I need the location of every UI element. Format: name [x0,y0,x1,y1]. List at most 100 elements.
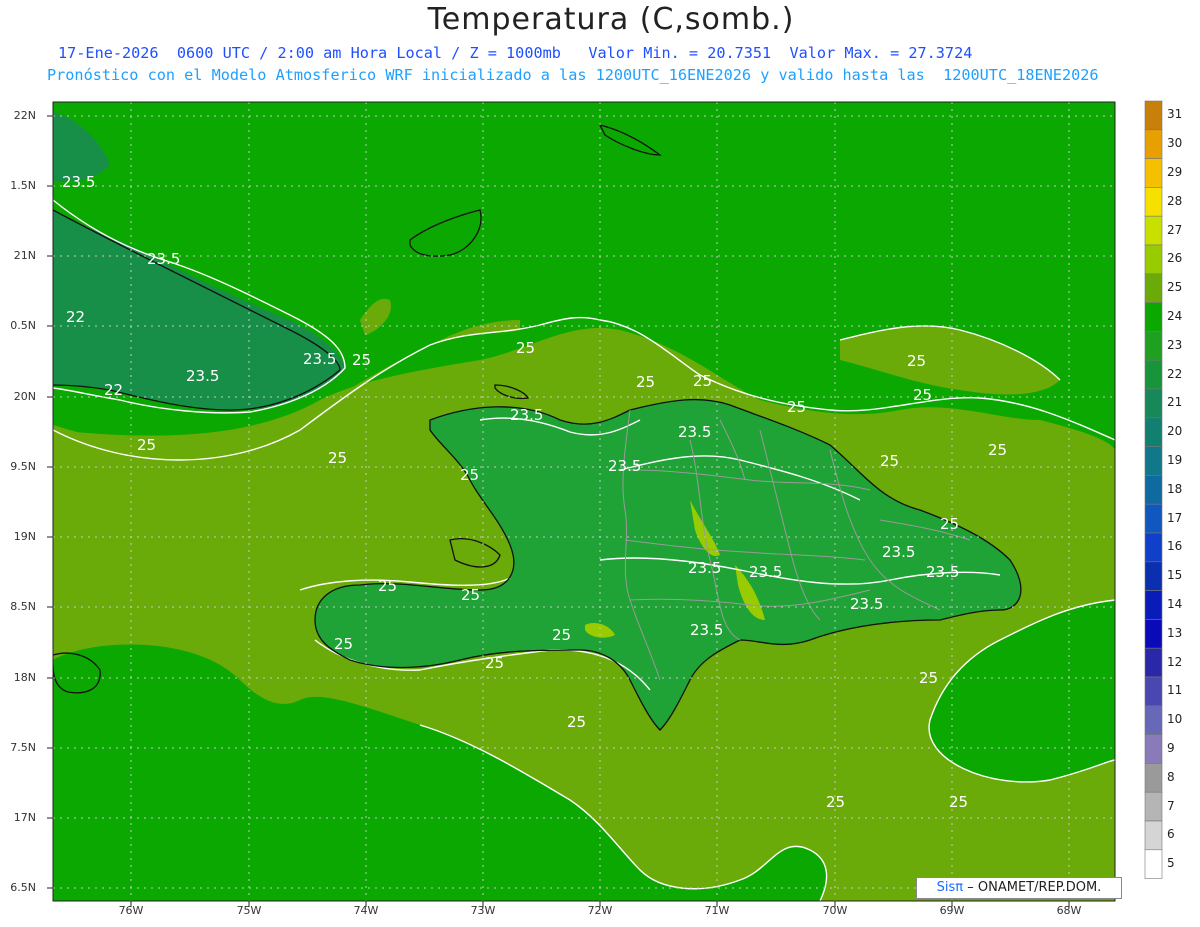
credit-box: Sisπ – ONAMET/REP.DOM. [916,877,1122,899]
colorbar-swatch [1144,331,1163,361]
contour-label: 23.5 [688,559,721,577]
contour-label: 25 [913,386,932,404]
lon-label: 69W [939,904,965,917]
brand-logo: Sisπ [936,880,964,895]
contour-label: 23.5 [926,563,959,581]
colorbar-swatch [1144,244,1163,275]
contour-label: 25 [460,466,479,484]
colorbar-label: 7 [1167,798,1175,813]
contour-label: 23.5 [678,423,711,441]
contour-label: 23.5 [147,250,180,268]
colorbar-swatch [1144,129,1163,159]
colorbar-label: 25 [1167,280,1183,295]
colorbar-swatch [1144,820,1163,851]
colorbar-swatch [1144,475,1163,505]
lon-label: 76W [118,904,144,917]
lon-label: 73W [470,904,496,917]
contour-label: 25 [787,398,806,416]
colorbar-swatch [1144,561,1163,591]
colorbar-swatch [1144,158,1163,188]
contour-label: 25 [485,654,504,672]
credit-text: – ONAMET/REP.DOM. [967,880,1102,895]
lon-label: 74W [353,904,379,917]
colorbar-swatch [1144,446,1163,476]
contour-label: 25 [940,515,959,533]
colorbar-swatch [1144,619,1163,649]
lat-label: 9.5N [10,460,36,473]
colorbar-swatch [1144,676,1163,707]
contour-label: 25 [988,441,1007,459]
colorbar-swatch [1144,273,1163,303]
contour-label: 23.5 [62,173,95,191]
contour-label: 25 [516,339,535,357]
contour-label: 23.5 [749,563,782,581]
contour-label: 25 [880,452,899,470]
colorbar-swatch [1144,359,1163,390]
contour-label: 25 [461,586,480,604]
lon-label: 75W [236,904,262,917]
lon-label: 71W [704,904,730,917]
colorbar-swatch [1144,705,1163,735]
colorbar-label: 30 [1167,136,1183,151]
contour-label: 25 [378,577,397,595]
colorbar-label: 9 [1167,741,1175,755]
colorbar-swatch [1144,734,1163,764]
lat-label: 7.5N [10,741,36,754]
contour-label: 23.5 [303,350,336,368]
colorbar-label: 23 [1167,337,1183,352]
colorbar-label: 15 [1167,568,1183,583]
contour-label: 23.5 [186,367,219,385]
colorbar-label: 19 [1167,453,1183,467]
contour-label: 25 [949,793,968,811]
contour-label: 25 [636,373,655,391]
colorbar-label: 16 [1167,539,1183,554]
colorbar-swatch [1144,791,1163,822]
contour-label: 22 [66,308,85,326]
lat-label: 1.5N [10,179,36,192]
colorbar-swatch [1144,215,1163,246]
colorbar-label: 21 [1167,395,1183,410]
contour-label: 25 [919,669,938,687]
colorbar-label: 28 [1167,193,1183,208]
contour-label: 23.5 [690,621,723,639]
colorbar-swatch [1144,503,1163,534]
colorbar-swatch [1144,849,1163,879]
lat-label: 8.5N [10,600,36,613]
lat-label: 19N [13,530,36,543]
colorbar-label: 8 [1167,769,1175,784]
colorbar-swatch [1144,590,1163,620]
contour-label: 25 [567,713,586,731]
colorbar-swatch [1144,763,1163,793]
colorbar-label: 22 [1167,366,1183,381]
lat-label: 0.5N [10,319,36,332]
lon-label: 68W [1056,904,1082,917]
colorbar-swatch [1144,647,1163,678]
lat-label: 17N [13,811,36,824]
lon-label: 72W [587,904,613,917]
colorbar-label: 27 [1167,222,1183,237]
colorbar-label: 14 [1167,597,1183,611]
colorbar-label: 20 [1167,424,1183,439]
colorbar-label: 5 [1167,856,1175,871]
contour-label: 25 [826,793,845,811]
contour-label: 25 [137,436,156,454]
colorbar-label: 12 [1167,654,1183,669]
colorbar-label: 10 [1167,712,1183,727]
lat-label: 18N [13,671,36,684]
colorbar-swatch [1144,302,1163,332]
contour-label: 25 [352,351,371,369]
contour-label: 22 [104,381,123,399]
colorbar-label: 29 [1167,165,1183,179]
lat-label: 21N [13,249,36,262]
contour-label: 23.5 [882,543,915,561]
colorbar-swatch [1144,388,1163,419]
colorbar-label: 18 [1167,481,1183,496]
lat-label: 20N [13,390,36,403]
contour-label: 25 [328,449,347,467]
contour-label: 23.5 [608,457,641,475]
colorbar-swatch [1144,532,1163,563]
colorbar-swatch [1144,417,1163,447]
lat-label: 22N [13,109,36,122]
contour-label: 23.5 [850,595,883,613]
contour-label: 25 [552,626,571,644]
